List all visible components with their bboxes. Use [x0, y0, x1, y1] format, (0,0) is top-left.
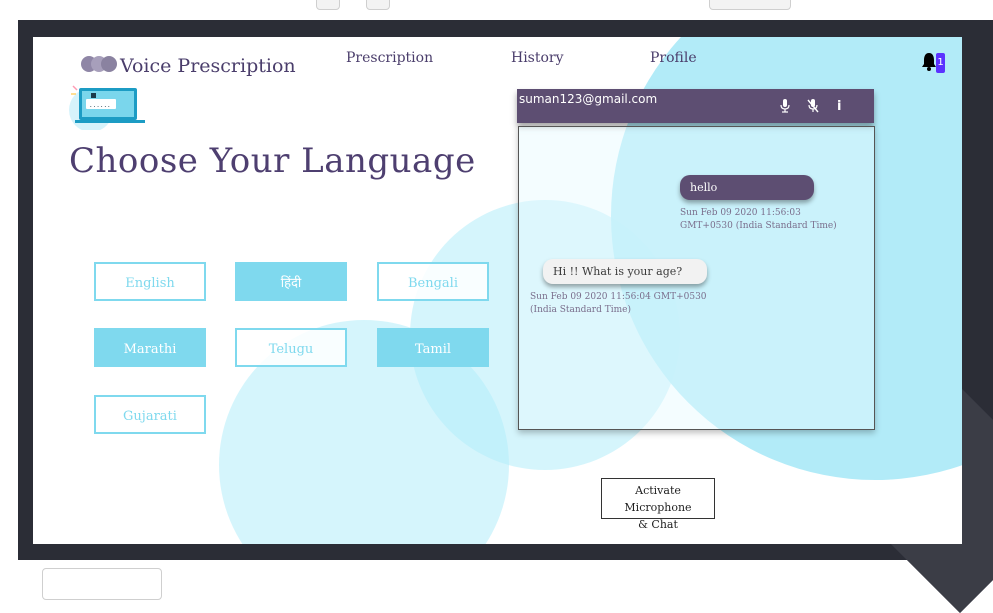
message-timestamp: Sun Feb 09 2020 11:56:04 GMT+0530 (India… — [530, 292, 707, 315]
brand-title: Voice Prescription — [120, 55, 296, 77]
info-icon[interactable]: i — [837, 99, 841, 114]
nav-prescription[interactable]: Prescription — [346, 50, 433, 66]
notification-badge: 1 — [936, 53, 945, 73]
app-window: Voice Prescription Prescription History … — [33, 37, 962, 544]
activate-button-label: & Chat — [638, 518, 678, 531]
page-footer-button[interactable] — [42, 568, 162, 600]
svg-text:......: ...... — [89, 102, 111, 109]
chat-user-email: suman123@gmail.com — [519, 92, 658, 106]
chrome-button[interactable] — [316, 0, 340, 10]
chat-message-received: Hi !! What is your age? — [543, 259, 707, 284]
language-option-english[interactable]: English — [94, 262, 206, 301]
message-timestamp: Sun Feb 09 2020 11:56:03 GMT+0530 (India… — [680, 208, 837, 231]
activate-button-label: Activate Microphone — [624, 484, 692, 514]
activate-microphone-button[interactable]: Activate Microphone & Chat — [601, 478, 715, 531]
bell-icon[interactable] — [921, 51, 937, 71]
logo-icon — [81, 56, 125, 72]
nav-profile[interactable]: Profile — [650, 50, 697, 66]
microphone-off-icon[interactable] — [807, 99, 819, 113]
chat-message-sent: hello — [680, 175, 814, 200]
language-option-gujarati[interactable]: Gujarati — [94, 395, 206, 434]
page-top-strip — [0, 0, 993, 20]
nav-history[interactable]: History — [511, 50, 564, 66]
chrome-button[interactable] — [366, 0, 390, 10]
microphone-icon[interactable] — [780, 99, 790, 113]
chrome-button[interactable] — [709, 0, 791, 10]
voice-illustration: ...... — [69, 85, 145, 130]
language-option-telugu[interactable]: Telugu — [235, 328, 347, 367]
page-heading: Choose Your Language — [69, 141, 476, 181]
language-option-hindi[interactable]: हिंदी — [235, 262, 347, 301]
language-option-tamil[interactable]: Tamil — [377, 328, 489, 367]
language-option-bengali[interactable]: Bengali — [377, 262, 489, 301]
language-option-marathi[interactable]: Marathi — [94, 328, 206, 367]
